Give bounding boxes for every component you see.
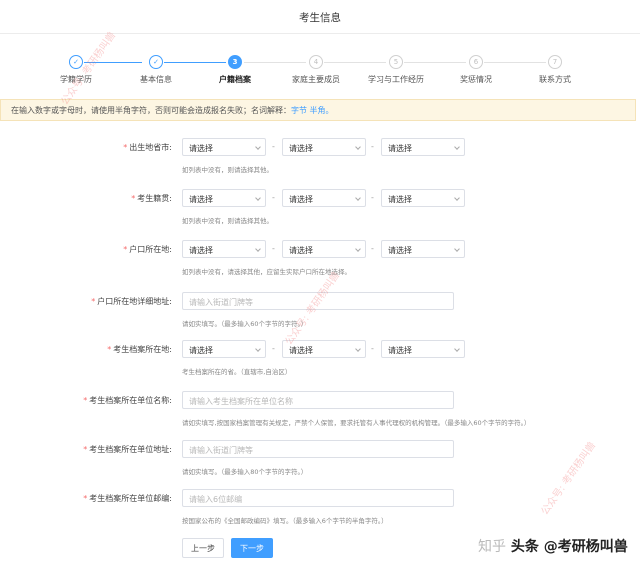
separator: -	[272, 244, 275, 253]
step-1[interactable]: ✓ 学籍学历	[36, 55, 116, 85]
field-hint: 如列表中没有，则请选择其他。	[182, 217, 273, 225]
chevron-down-icon	[255, 195, 261, 201]
chevron-down-icon	[454, 246, 460, 252]
field-hint: 按国家公布的《全国邮政编码》填写。（最多输入6个字节的半角字符。）	[182, 517, 388, 525]
notice-link[interactable]: 字节 半角。	[291, 106, 334, 115]
field-hint: 如列表中没有，则请选择其他。	[182, 166, 273, 174]
field-label: * 考生档案所在单位地址:	[83, 445, 172, 454]
province-select[interactable]: 请选择	[182, 189, 266, 207]
chevron-down-icon	[454, 195, 460, 201]
separator: -	[272, 344, 275, 353]
prev-button[interactable]: 上一步	[182, 538, 224, 558]
step-number: 6	[469, 55, 483, 69]
chevron-down-icon	[355, 144, 361, 150]
hukou-address-input[interactable]: 请输入街道门牌等	[182, 292, 454, 310]
step-label: 学籍学历	[60, 75, 92, 84]
chevron-down-icon	[255, 144, 261, 150]
province-select[interactable]: 请选择	[182, 138, 266, 156]
city-select[interactable]: 请选择	[282, 240, 366, 258]
field-label: * 户口所在地:	[123, 245, 172, 254]
footer-faint: 知乎	[478, 539, 506, 555]
check-icon: ✓	[69, 55, 83, 69]
separator: -	[371, 344, 374, 353]
field-hint: 请如实填写,按国家档案管理有关规定，严禁个人保管，要求托管有人事代理权的机构管理…	[182, 419, 531, 427]
chevron-down-icon	[454, 144, 460, 150]
footer-strong: 头条 @考研杨叫兽	[510, 539, 628, 555]
footer-credit: 知乎 头条 @考研杨叫兽	[478, 536, 628, 556]
watermark: 公众号: 考研杨叫兽	[539, 440, 599, 518]
district-select[interactable]: 请选择	[381, 189, 465, 207]
step-4: 4 家庭主要成员	[276, 55, 356, 85]
field-label: * 考生档案所在单位邮编:	[83, 494, 172, 503]
chevron-down-icon	[355, 195, 361, 201]
check-icon: ✓	[149, 55, 163, 69]
archive-unit-address-input[interactable]: 请输入街道门牌等	[182, 440, 454, 458]
separator: -	[371, 142, 374, 151]
notice-text: 在输入数字或字母时，请使用半角字符，否则可能会造成报名失败；名词解释：	[11, 106, 291, 115]
step-5: 5 学习与工作经历	[356, 55, 436, 85]
progress-steps: ✓ 学籍学历 ✓ 基本信息 3 户籍档案 4 家庭主要成员 5 学习与工作经历 …	[0, 55, 640, 91]
step-label: 基本信息	[140, 75, 172, 84]
separator: -	[371, 193, 374, 202]
separator: -	[272, 142, 275, 151]
district-select[interactable]: 请选择	[381, 138, 465, 156]
chevron-down-icon	[255, 346, 261, 352]
separator: -	[272, 193, 275, 202]
city-select[interactable]: 请选择	[282, 189, 366, 207]
district-select[interactable]: 请选择	[381, 340, 465, 358]
field-hint: 请如实填写。（最多输入60个字节的字符。）	[182, 320, 308, 328]
separator: -	[371, 244, 374, 253]
field-label: * 考生档案所在地:	[107, 345, 172, 354]
archive-unit-name-input[interactable]: 请输入考生档案所在单位名称	[182, 391, 454, 409]
step-label: 联系方式	[539, 75, 571, 84]
step-6: 6 奖惩情况	[436, 55, 516, 85]
step-2[interactable]: ✓ 基本信息	[116, 55, 196, 85]
chevron-down-icon	[355, 246, 361, 252]
field-hint: 请如实填写。（最多输入80个字节的字符。）	[182, 468, 308, 476]
next-button[interactable]: 下一步	[231, 538, 273, 558]
city-select[interactable]: 请选择	[282, 138, 366, 156]
step-label: 学习与工作经历	[368, 75, 424, 84]
chevron-down-icon	[355, 346, 361, 352]
province-select[interactable]: 请选择	[182, 240, 266, 258]
step-number: 4	[309, 55, 323, 69]
field-label: * 出生地省市:	[123, 143, 172, 152]
step-3[interactable]: 3 户籍档案	[195, 55, 275, 85]
field-label: * 户口所在地详细地址:	[91, 297, 172, 306]
step-label: 家庭主要成员	[292, 75, 340, 84]
step-7: 7 联系方式	[515, 55, 595, 85]
title-divider	[0, 33, 640, 34]
postcode-input[interactable]: 请输入6位邮编	[182, 489, 454, 507]
field-hint: 如列表中没有，请选择其他，应留生实际户口所在地选择。	[182, 268, 351, 276]
step-number: 5	[389, 55, 403, 69]
step-number: 7	[548, 55, 562, 69]
field-hint: 考生档案所在的省。（直辖市,自治区）	[182, 368, 292, 376]
step-label: 户籍档案	[219, 75, 251, 84]
page-title: 考生信息	[299, 12, 341, 24]
district-select[interactable]: 请选择	[381, 240, 465, 258]
notice-banner: 在输入数字或字母时，请使用半角字符，否则可能会造成报名失败；名词解释：字节 半角…	[0, 99, 636, 121]
field-label: * 考生籍贯:	[131, 194, 172, 203]
step-label: 奖惩情况	[460, 75, 492, 84]
province-select[interactable]: 请选择	[182, 340, 266, 358]
city-select[interactable]: 请选择	[282, 340, 366, 358]
chevron-down-icon	[454, 346, 460, 352]
field-label: * 考生档案所在单位名称:	[83, 396, 172, 405]
chevron-down-icon	[255, 246, 261, 252]
step-number: 3	[228, 55, 242, 69]
